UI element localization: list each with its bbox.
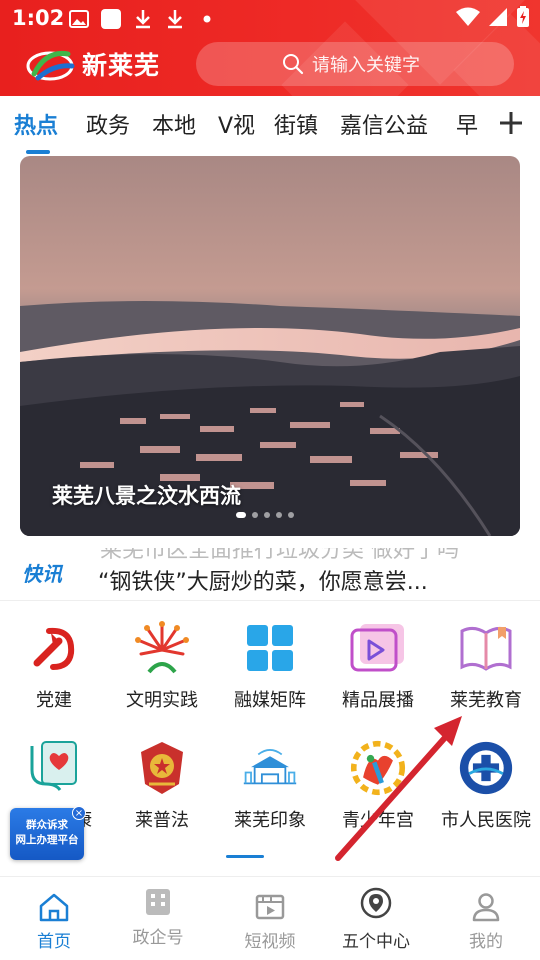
grid-item-civilization[interactable]: 文明实践 [108, 620, 216, 730]
grid-label: 精品展播 [342, 690, 414, 711]
tab-video[interactable]: V视 [218, 108, 255, 140]
grid-label: 莱普法 [135, 810, 189, 831]
app-header: 1:02 新莱芜 请输入关键字 [0, 0, 540, 96]
grid-label: 文明实践 [126, 690, 198, 711]
carousel-dot [276, 512, 282, 518]
nav-label: 首页 [37, 932, 71, 952]
hospital-logo-icon [458, 740, 514, 796]
app-name: 新莱芜 [82, 51, 161, 80]
add-channel-button[interactable] [496, 108, 526, 138]
flash-prev-text: 莱芜市区全面推行垃圾分类 做好了吗 [100, 538, 459, 563]
bottom-nav: 首页 政企号 短视频 五个中心 我的 [0, 876, 540, 960]
battery-icon [516, 6, 530, 32]
wifi-icon [456, 7, 480, 31]
tab-towns[interactable]: 街镇 [274, 108, 318, 140]
grid-label: 莱芜印象 [234, 810, 306, 831]
nav-label: 我的 [469, 932, 503, 952]
flash-text[interactable]: “钢铁侠”大厨炒的菜，你愿意尝... [98, 564, 518, 596]
app-notification-icon [100, 8, 122, 30]
logo-icon [26, 44, 76, 84]
building-icon [146, 889, 170, 915]
nav-home[interactable]: 首页 [0, 877, 108, 960]
grid-item-education[interactable]: 莱芜教育 [432, 620, 540, 730]
banner-caption: 莱芜八景之汶水西流 [52, 484, 241, 508]
dot-icon [196, 8, 218, 30]
grid-label: 青少年宫 [342, 810, 414, 831]
status-bar: 1:02 [0, 0, 540, 36]
image-icon [68, 8, 90, 30]
nav-mine[interactable]: 我的 [432, 877, 540, 960]
tab-charity[interactable]: 嘉信公益 [340, 108, 428, 140]
book-icon [458, 620, 514, 676]
youth-palace-icon [350, 740, 406, 796]
app-logo: 新莱芜 [26, 44, 160, 84]
carousel-dot [236, 512, 246, 518]
carousel-dot [288, 512, 294, 518]
search-placeholder: 请输入关键字 [312, 55, 420, 76]
search-icon [282, 53, 304, 80]
carousel-dot [252, 512, 258, 518]
petition-line1: 群众诉求 [26, 819, 68, 831]
nav-enterprise[interactable]: 政企号 [104, 877, 212, 960]
signal-icon [488, 7, 508, 31]
divider [0, 600, 540, 601]
tab-morning[interactable]: 早 [456, 108, 478, 140]
home-icon [39, 893, 69, 922]
petition-line2: 网上办理平台 [15, 834, 79, 846]
grid-item-youth-palace[interactable]: 青少年宫 [324, 740, 432, 850]
film-icon [255, 894, 285, 920]
city-gate-icon [242, 740, 298, 796]
carousel-dot [264, 512, 270, 518]
nav-label: 五个中心 [342, 932, 410, 952]
download-icon [132, 8, 154, 30]
search-input[interactable]: 请输入关键字 [196, 42, 514, 86]
grid-label: 融媒矩阵 [234, 690, 306, 711]
grid-item-party[interactable]: 党建 [0, 620, 108, 730]
law-emblem-icon [134, 740, 190, 796]
download-icon [164, 8, 186, 30]
banner-carousel[interactable]: 莱芜八景之汶水西流 [20, 156, 520, 536]
flash-news[interactable]: 快讯 莱芜市区全面推行垃圾分类 做好了吗 “钢铁侠”大厨炒的菜，你愿意尝... [0, 538, 540, 600]
video-play-icon [350, 620, 406, 676]
tab-government[interactable]: 政务 [86, 108, 130, 140]
party-icon [26, 620, 82, 676]
close-icon[interactable]: × [72, 806, 86, 820]
civilization-icon [134, 620, 190, 676]
grid-label: 党建 [36, 690, 72, 711]
tab-hot[interactable]: 热点 [14, 108, 58, 140]
tab-underline [26, 150, 50, 154]
grid-item-matrix[interactable]: 融媒矩阵 [216, 620, 324, 730]
flash-label: 快讯 [22, 562, 62, 586]
grid-item-hospital[interactable]: 市人民医院 [432, 740, 540, 850]
grid-page-indicator [226, 855, 264, 858]
grid-label: 莱芜教育 [450, 690, 522, 711]
tab-local[interactable]: 本地 [152, 108, 196, 140]
nav-short-video[interactable]: 短视频 [216, 877, 324, 960]
location-pin-icon [360, 887, 392, 919]
grid-label: 市人民医院 [441, 810, 531, 831]
health-icon [26, 740, 82, 796]
matrix-icon [242, 620, 298, 676]
nav-label: 政企号 [132, 928, 184, 948]
user-icon [472, 893, 500, 922]
nav-label: 短视频 [244, 932, 296, 952]
banner-image [20, 156, 520, 536]
grid-item-impression[interactable]: 莱芜印象 [216, 740, 324, 850]
carousel-dots [236, 512, 294, 518]
status-time: 1:02 [12, 6, 65, 30]
grid-item-video[interactable]: 精品展播 [324, 620, 432, 730]
grid-item-law[interactable]: 莱普法 [108, 740, 216, 850]
channel-tabs: 热点 政务 本地 V视 街镇 嘉信公益 早 [0, 96, 540, 154]
nav-five-centers[interactable]: 五个中心 [322, 877, 430, 960]
